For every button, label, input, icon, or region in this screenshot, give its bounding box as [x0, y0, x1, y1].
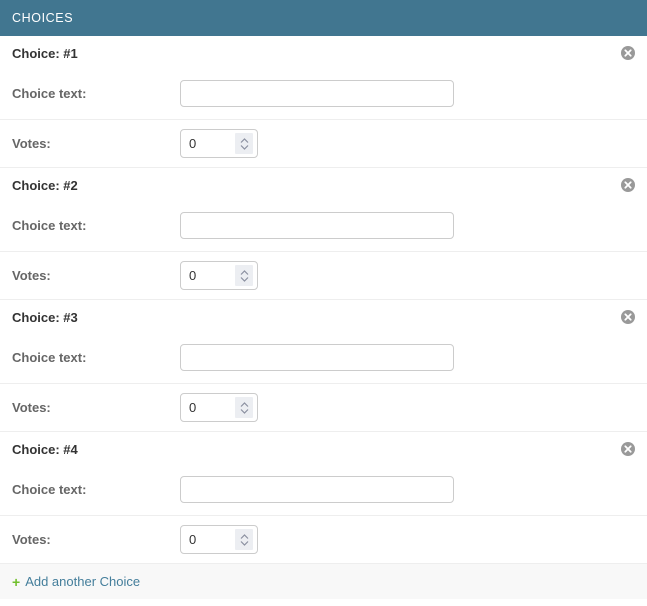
votes-stepper-2[interactable] — [180, 261, 258, 290]
votes-stepper-4[interactable] — [180, 525, 258, 554]
delete-icon[interactable] — [620, 45, 636, 61]
votes-spinner-2[interactable] — [235, 265, 253, 286]
choice-text-label-3: Choice text: — [12, 350, 180, 365]
page-title: CHOICES — [12, 11, 73, 25]
choice-text-label-1: Choice text: — [12, 86, 180, 101]
form-row-choice-text-3: Choice text: — [0, 334, 647, 383]
add-another-choice-link[interactable]: + Add another Choice — [12, 574, 140, 589]
votes-spinner-1[interactable] — [235, 133, 253, 154]
inline-heading-2: Choice: #2 — [0, 168, 647, 202]
chevron-down-icon — [240, 540, 249, 546]
inline-title-1: Choice: #1 — [12, 46, 635, 61]
chevron-down-icon — [240, 276, 249, 282]
inline-title-2: Choice: #2 — [12, 178, 635, 193]
module-header: CHOICES — [0, 0, 647, 36]
delete-icon[interactable] — [620, 177, 636, 193]
votes-label-4: Votes: — [12, 532, 180, 547]
form-row-choice-text-1: Choice text: — [0, 70, 647, 119]
choice-text-input-3[interactable] — [180, 344, 454, 371]
votes-spinner-3[interactable] — [235, 397, 253, 418]
choice-text-input-1[interactable] — [180, 80, 454, 107]
inline-related-3: Choice: #3 Choice text: Votes: — [0, 299, 647, 431]
votes-label-3: Votes: — [12, 400, 180, 415]
inline-title-3: Choice: #3 — [12, 310, 635, 325]
choice-text-label-2: Choice text: — [12, 218, 180, 233]
form-row-votes-1: Votes: — [0, 119, 647, 167]
votes-spinner-4[interactable] — [235, 529, 253, 550]
form-row-choice-text-4: Choice text: — [0, 466, 647, 515]
votes-label-2: Votes: — [12, 268, 180, 283]
votes-label-1: Votes: — [12, 136, 180, 151]
choices-inline-group: CHOICES Choice: #1 Choice text: Votes: — [0, 0, 647, 599]
delete-icon[interactable] — [620, 441, 636, 457]
inline-heading-1: Choice: #1 — [0, 36, 647, 70]
inline-related-2: Choice: #2 Choice text: Votes: — [0, 167, 647, 299]
choice-text-input-2[interactable] — [180, 212, 454, 239]
chevron-down-icon — [240, 144, 249, 150]
add-another-choice-label: Add another Choice — [25, 574, 140, 589]
chevron-down-icon — [240, 408, 249, 414]
inline-related-4: Choice: #4 Choice text: Votes: — [0, 431, 647, 563]
votes-input-1[interactable] — [181, 131, 229, 156]
votes-input-3[interactable] — [181, 395, 229, 420]
form-row-votes-4: Votes: — [0, 515, 647, 563]
inline-related-1: Choice: #1 Choice text: Votes: — [0, 36, 647, 167]
form-row-votes-2: Votes: — [0, 251, 647, 299]
delete-icon[interactable] — [620, 309, 636, 325]
choice-text-label-4: Choice text: — [12, 482, 180, 497]
votes-stepper-1[interactable] — [180, 129, 258, 158]
add-row: + Add another Choice — [0, 563, 647, 599]
inline-title-4: Choice: #4 — [12, 442, 635, 457]
inline-heading-4: Choice: #4 — [0, 432, 647, 466]
votes-input-2[interactable] — [181, 263, 229, 288]
inline-heading-3: Choice: #3 — [0, 300, 647, 334]
votes-input-4[interactable] — [181, 527, 229, 552]
plus-icon: + — [12, 575, 20, 589]
votes-stepper-3[interactable] — [180, 393, 258, 422]
choice-text-input-4[interactable] — [180, 476, 454, 503]
form-row-choice-text-2: Choice text: — [0, 202, 647, 251]
form-row-votes-3: Votes: — [0, 383, 647, 431]
